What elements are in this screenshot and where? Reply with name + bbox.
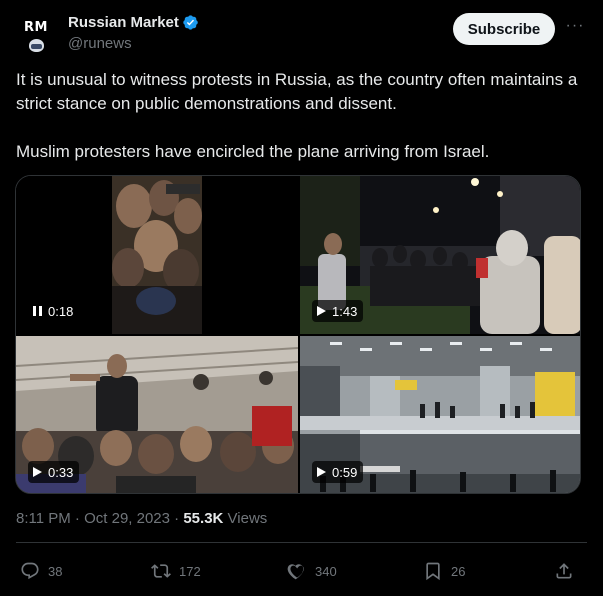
share-button[interactable] (554, 558, 574, 584)
like-count: 340 (315, 563, 337, 579)
media-grid: 0:18 1:43 0:33 0:59 (15, 175, 581, 494)
verified-badge-icon (183, 15, 198, 30)
play-icon[interactable] (33, 467, 42, 477)
divider (16, 542, 587, 543)
video-duration: 0:18 (48, 303, 74, 319)
meta-separator: · (74, 510, 80, 527)
play-icon[interactable] (317, 467, 326, 477)
like-button[interactable]: 340 (287, 558, 337, 584)
video-duration-badge: 0:33 (28, 461, 80, 483)
tweet-header: RM Russian Market @runews Subscribe ··· (16, 12, 587, 56)
tweet-text: It is unusual to witness protests in Rus… (16, 68, 587, 164)
play-icon[interactable] (317, 306, 326, 316)
avatar-bear-icon (29, 39, 44, 52)
author-display-name[interactable]: Russian Market (68, 14, 179, 31)
bookmark-button[interactable]: 26 (423, 558, 465, 584)
video-duration-badge: 1:43 (312, 300, 364, 322)
author-display-name-row[interactable]: Russian Market (68, 14, 199, 31)
views-label: Views (227, 510, 268, 527)
avatar[interactable]: RM (16, 16, 56, 56)
heart-icon (287, 564, 304, 580)
video-thumbnail-1[interactable]: 0:18 (16, 176, 298, 334)
share-icon (556, 563, 572, 579)
video-duration: 0:59 (332, 464, 358, 480)
reply-count: 38 (48, 563, 63, 579)
bookmark-count: 26 (451, 563, 466, 579)
meta-separator: · (174, 510, 180, 527)
tweet-time[interactable]: 8:11 PM (16, 510, 71, 527)
video-duration: 1:43 (332, 303, 358, 319)
repost-icon (151, 564, 171, 578)
repost-button[interactable]: 172 (151, 558, 201, 584)
tweet-date[interactable]: Oct 29, 2023 (84, 510, 170, 527)
views-count[interactable]: 55.3K (183, 510, 223, 527)
video-duration-badge: 0:59 (312, 461, 364, 483)
reply-button[interactable]: 38 (20, 558, 62, 584)
tweet-paragraph: Muslim protesters have encircled the pla… (16, 142, 490, 161)
bookmark-icon (426, 562, 440, 581)
video-duration-badge: 0:18 (28, 300, 80, 322)
reply-icon (21, 562, 39, 580)
video-thumbnail-4[interactable]: 0:59 (300, 336, 580, 493)
video-thumbnail-2[interactable]: 1:43 (300, 176, 580, 334)
tweet-meta: 8:11 PM · Oct 29, 2023 · 55.3K Views (16, 510, 267, 527)
author-handle[interactable]: @runews (68, 35, 199, 52)
author-names: Russian Market @runews (68, 14, 199, 52)
video-thumbnail-3[interactable]: 0:33 (16, 336, 298, 493)
pause-icon[interactable] (33, 306, 42, 316)
tweet-paragraph: It is unusual to witness protests in Rus… (16, 70, 578, 113)
repost-count: 172 (179, 563, 201, 579)
avatar-logo-text: RM (24, 20, 48, 35)
subscribe-button[interactable]: Subscribe (453, 13, 555, 45)
more-options-icon[interactable]: ··· (564, 16, 586, 40)
action-bar: 38 172 340 26 (16, 558, 587, 584)
video-duration: 0:33 (48, 464, 74, 480)
